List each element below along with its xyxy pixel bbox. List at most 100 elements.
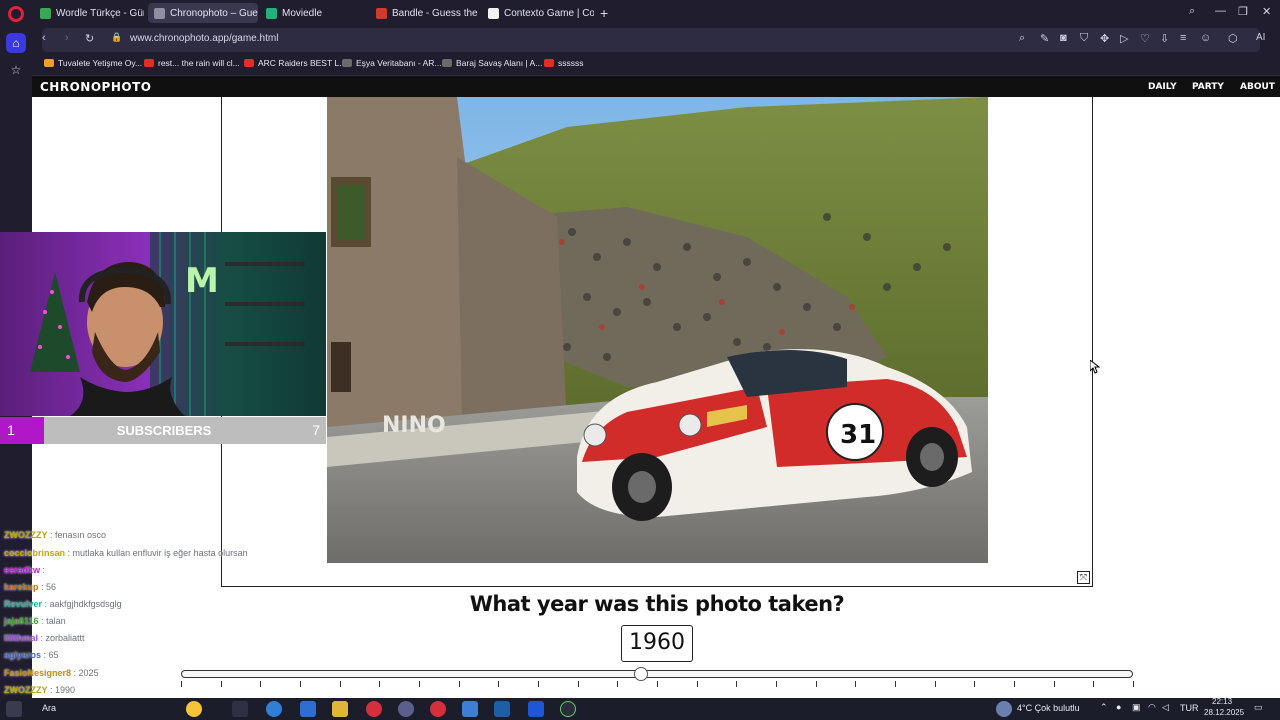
chat-message: FasioNesigner8 : 2025 (4, 668, 99, 678)
year-slider-track[interactable] (181, 670, 1133, 678)
chat-username[interactable]: ZWOZZZY (4, 530, 48, 540)
forward-arrow-icon[interactable]: › (65, 32, 69, 44)
bookmark-item[interactable]: ssssss (544, 58, 584, 68)
chat-separator: : (71, 668, 79, 678)
wifi-icon[interactable]: ◠ (1148, 702, 1156, 713)
chat-text: mutlaka kullan enfluvir iş eğer hasta ol… (72, 548, 248, 558)
tab-label: Contexto Game | Context (504, 7, 594, 19)
search-tabs-icon[interactable]: ⌕ (1189, 5, 1195, 18)
search-icon[interactable]: ⌕ (1019, 32, 1025, 45)
chat-username[interactable]: jaja6116 (4, 616, 39, 626)
chat-username[interactable]: cocciobrinsan (4, 548, 65, 558)
back-arrow-icon[interactable]: ‹ (42, 32, 46, 44)
slider-tick (1053, 681, 1055, 687)
steam-icon[interactable] (494, 701, 510, 717)
chat-text: 1990 (55, 685, 76, 695)
tab-bar: Wordle Türkçe - Günlük K Chronophoto – G… (32, 0, 1280, 26)
home-icon[interactable]: ⌂ (6, 33, 26, 53)
wall-painted-text: NINO (382, 413, 446, 438)
chat-username[interactable]: aglyaros (4, 650, 41, 660)
reload-icon[interactable]: ↻ (85, 32, 94, 45)
fullscreen-toggle-icon[interactable]: ⤧ (1077, 571, 1090, 584)
ai-button[interactable]: AI (1256, 32, 1265, 43)
chat-text: zorbaliattt (45, 633, 85, 643)
nav-about[interactable]: ABOUT (1240, 82, 1275, 92)
nav-daily[interactable]: DAILY (1148, 82, 1177, 92)
bookmark-item[interactable]: Baraj Savaş Alanı | A... (442, 58, 542, 68)
bookmark-item[interactable]: rest... the rain will cl... (144, 58, 240, 68)
file-explorer-icon[interactable] (332, 701, 348, 717)
tab-moviedle[interactable]: Moviedle (260, 3, 350, 23)
tab-chronophoto[interactable]: Chronophoto – Guess the (148, 3, 258, 23)
obs-icon[interactable] (560, 701, 576, 717)
vpn-shield-icon[interactable]: ⛉ (1080, 32, 1088, 45)
address-bar-row: ‹ › ↻ 🔒 www.chronophoto.app/game.html ⌕ … (32, 26, 1280, 54)
language-indicator[interactable]: TUR (1180, 703, 1199, 713)
clock-time[interactable]: 22:13 (1212, 697, 1232, 706)
nav-party[interactable]: PARTY (1192, 82, 1224, 92)
tab-label: Wordle Türkçe - Günlük K (56, 7, 144, 19)
url-text[interactable]: www.chronophoto.app/game.html (130, 33, 278, 44)
network-icon[interactable]: ▣ (1132, 702, 1141, 713)
snapshot-camera-icon[interactable]: ◙ (1060, 32, 1067, 44)
opera-gx-icon[interactable] (430, 701, 446, 717)
tray-chevron-icon[interactable]: ⌃ (1100, 702, 1108, 713)
taskbar-search[interactable]: Ara (42, 703, 56, 713)
wordle-favicon-icon (40, 7, 51, 19)
task-view-icon[interactable] (232, 701, 248, 717)
opera-logo-icon[interactable] (8, 6, 24, 22)
bookmark-item[interactable]: Eşya Veritabanı - AR... (342, 58, 442, 68)
edge-icon[interactable] (266, 701, 282, 717)
year-display[interactable]: 1960 (621, 625, 693, 662)
edit-icon[interactable]: ✎ (1040, 32, 1049, 45)
download-icon[interactable]: ⇩ (1160, 32, 1169, 45)
minimize-icon[interactable]: — (1215, 5, 1226, 17)
cube-icon[interactable]: ⬡ (1228, 32, 1238, 45)
heart-icon[interactable]: ♡ (1140, 32, 1150, 45)
close-window-icon[interactable]: ✕ (1262, 5, 1271, 18)
chat-username[interactable]: karekup (4, 582, 39, 592)
site-brand[interactable]: CHRONOPHOTO (40, 80, 151, 94)
year-slider-thumb[interactable] (633, 667, 648, 681)
extensions-icon[interactable]: ✥ (1100, 32, 1109, 45)
player-icon[interactable]: ▷ (1120, 32, 1128, 45)
opera-icon[interactable] (366, 701, 382, 717)
chat-username[interactable]: ZWOZZZY (4, 685, 48, 695)
tab-contexto[interactable]: Contexto Game | Context (482, 3, 594, 23)
tab-wordle[interactable]: Wordle Türkçe - Günlük K (34, 3, 144, 23)
bookmarks-star-icon[interactable]: ☆ (6, 60, 26, 80)
chat-username[interactable]: llllthmal (4, 633, 38, 643)
moviedle-favicon-icon (266, 7, 277, 19)
new-tab-plus-icon[interactable]: + (600, 5, 608, 21)
profile-icon[interactable]: ☺ (1200, 32, 1211, 44)
store-icon[interactable] (300, 701, 316, 717)
discord-icon[interactable] (398, 701, 414, 717)
restore-icon[interactable]: ❐ (1238, 5, 1248, 18)
slider-tick (379, 681, 381, 687)
bookmark-item[interactable]: ARC Raiders BEST L... (244, 58, 346, 68)
slider-tick (1133, 681, 1134, 687)
weather-text[interactable]: 4°C Çok bulutlu (1017, 703, 1080, 713)
slider-tick (696, 681, 698, 687)
bookmark-item[interactable]: Tuvalete Yetişme Oy... (44, 58, 142, 68)
battlenet-icon[interactable] (528, 701, 544, 717)
chat-username[interactable]: esradkw (4, 565, 40, 575)
bookmarks-bar: Tuvalete Yetişme Oy... rest... the rain … (32, 54, 1280, 76)
volume-icon[interactable]: ◁ (1162, 702, 1169, 713)
slider-tick (577, 681, 579, 687)
arc-raiders-icon (342, 59, 352, 67)
chat-message: llllthmal : zorbaliattt (4, 633, 85, 643)
notifications-icon[interactable]: ▭ (1254, 702, 1263, 713)
menu-icon[interactable]: ≡ (1180, 32, 1186, 44)
webcam-illustration: M (0, 232, 326, 416)
chat-username[interactable]: Revulver (4, 599, 42, 609)
microphone-icon[interactable]: ● (1116, 702, 1121, 712)
slider-tick (458, 681, 460, 687)
clock-date[interactable]: 28.12.2025 (1204, 708, 1244, 717)
app-icon[interactable] (462, 701, 478, 717)
copilot-sparkle-icon[interactable] (186, 701, 202, 717)
chat-username[interactable]: FasioNesigner8 (4, 668, 71, 678)
youtube-icon (144, 59, 154, 67)
windows-start-icon[interactable] (6, 701, 22, 717)
tab-bandle[interactable]: Bandle - Guess the song, (370, 3, 480, 23)
